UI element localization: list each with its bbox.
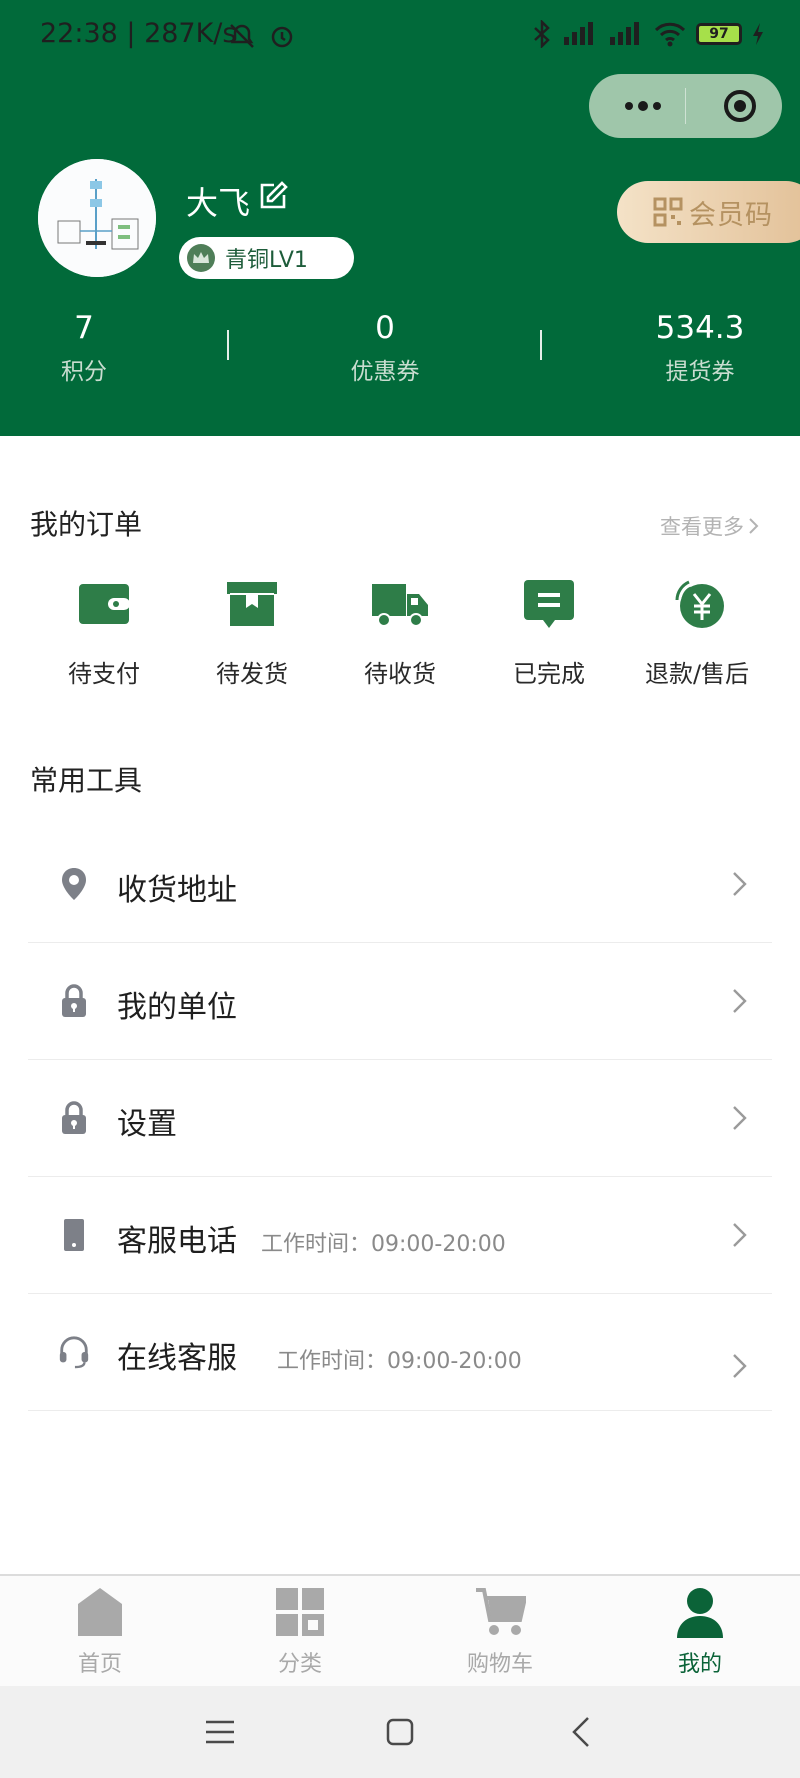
order-pending-receipt[interactable]: 待收货 [340, 578, 460, 689]
avatar-image [38, 159, 156, 277]
tab-mine[interactable]: 我的 [640, 1586, 760, 1678]
tab-bar: 首页 分类 购物车 我的 [0, 1574, 800, 1686]
bluetooth-icon [534, 20, 550, 48]
menu-icon[interactable] [202, 1714, 238, 1750]
tool-sub-label: 工作时间：09:00-20:00 [277, 1349, 522, 1374]
location-pin-icon [62, 868, 86, 900]
stat-divider [227, 330, 229, 360]
order-pending-payment[interactable]: 待支付 [44, 578, 164, 689]
chevron-right-icon [733, 989, 747, 1013]
tools-title: 常用工具 [30, 764, 143, 797]
home-nav-icon[interactable] [382, 1714, 418, 1750]
qr-code-icon [653, 197, 683, 227]
chevron-right-icon [733, 872, 747, 896]
tab-cart[interactable]: 购物车 [440, 1586, 560, 1678]
member-code-label: 会员码 [689, 199, 773, 231]
status-time: 22:38 | 287K/s [40, 18, 237, 49]
tab-category[interactable]: 分类 [240, 1586, 360, 1678]
order-label: 待发货 [216, 660, 288, 688]
order-label: 待收货 [364, 660, 436, 688]
back-icon[interactable] [564, 1714, 600, 1750]
tool-sub-label: 工作时间：09:00-20:00 [261, 1232, 506, 1257]
wifi-icon [654, 22, 686, 47]
wallet-icon [79, 584, 130, 624]
signal-icon-2 [610, 22, 639, 45]
refund-yuan-icon [675, 580, 724, 628]
chevron-right-icon [749, 518, 759, 534]
lock-icon [62, 984, 86, 1017]
tab-home[interactable]: 首页 [40, 1586, 160, 1678]
tool-label: 在线客服 [117, 1341, 237, 1376]
member-code-button[interactable]: 会员码 [617, 181, 800, 243]
tool-label: 设置 [117, 1107, 177, 1142]
tool-label: 我的单位 [117, 990, 237, 1025]
tool-address[interactable]: 收货地址 [28, 826, 772, 943]
stat-label: 积分 [61, 359, 107, 385]
edit-icon[interactable] [258, 179, 290, 211]
tab-label: 分类 [277, 1652, 322, 1677]
tool-label: 客服电话 [117, 1224, 237, 1259]
truck-icon [372, 584, 428, 627]
charging-icon [753, 23, 763, 45]
order-label: 待支付 [68, 660, 140, 688]
stat-label: 优惠券 [350, 359, 420, 385]
order-refund[interactable]: 退款/售后 [637, 578, 757, 689]
signal-icon [564, 22, 593, 45]
profile-header: 22:38 | 287K/s 97 大飞 青铜LV1 会员码 7 积分 0 优惠… [0, 0, 800, 436]
battery-icon: 97 [696, 23, 742, 45]
tool-label: 收货地址 [117, 873, 237, 908]
nickname: 大飞 [186, 184, 251, 222]
chevron-right-icon [733, 1106, 747, 1130]
tab-label: 购物车 [466, 1652, 533, 1677]
grid-icon [276, 1588, 324, 1636]
more-icon[interactable] [619, 94, 667, 118]
stat-divider [540, 330, 542, 360]
chevron-right-icon [733, 1223, 747, 1247]
level-badge: 青铜LV1 [179, 237, 354, 279]
home-icon [78, 1588, 122, 1636]
lock-icon [62, 1101, 86, 1134]
see-more-link[interactable]: 查看更多 [660, 511, 760, 541]
mute-icon [230, 24, 254, 48]
stat-value: 7 [74, 310, 94, 346]
tool-service-phone[interactable]: 客服电话 工作时间：09:00-20:00 [28, 1177, 772, 1294]
see-more-label: 查看更多 [660, 515, 744, 539]
tool-my-unit[interactable]: 我的单位 [28, 943, 772, 1060]
user-icon [677, 1588, 723, 1638]
stat-value: 0 [375, 310, 395, 346]
alarm-icon [271, 26, 293, 48]
order-label: 退款/售后 [644, 660, 750, 688]
capsule-divider [685, 88, 686, 124]
level-text: 青铜LV1 [225, 248, 308, 273]
cart-icon [476, 1588, 528, 1635]
crown-icon [187, 244, 215, 272]
status-bar: 22:38 | 287K/s 97 [0, 0, 800, 72]
order-pending-shipment[interactable]: 待发货 [192, 578, 312, 689]
stat-points[interactable]: 7 积分 [24, 308, 144, 392]
tab-label: 首页 [77, 1652, 122, 1677]
tab-label: 我的 [677, 1652, 722, 1677]
miniapp-capsule [589, 74, 782, 138]
tool-settings[interactable]: 设置 [28, 1060, 772, 1177]
stat-vouchers[interactable]: 534.3 提货券 [640, 308, 760, 392]
order-completed[interactable]: 已完成 [489, 578, 609, 689]
box-icon [227, 582, 277, 626]
stat-label: 提货券 [665, 359, 735, 385]
chevron-right-icon [733, 1354, 747, 1378]
tool-online-service[interactable]: 在线客服 工作时间：09:00-20:00 [28, 1294, 772, 1411]
stat-coupons[interactable]: 0 优惠券 [325, 308, 445, 392]
avatar[interactable] [38, 159, 156, 277]
message-check-icon [524, 580, 574, 628]
orders-title: 我的订单 [30, 508, 143, 541]
system-nav-bar [0, 1686, 800, 1778]
headset-icon [59, 1336, 89, 1369]
order-label: 已完成 [513, 660, 585, 688]
stat-value: 534.3 [655, 310, 745, 346]
phone-icon [64, 1219, 84, 1251]
close-miniapp-icon[interactable] [723, 89, 757, 123]
